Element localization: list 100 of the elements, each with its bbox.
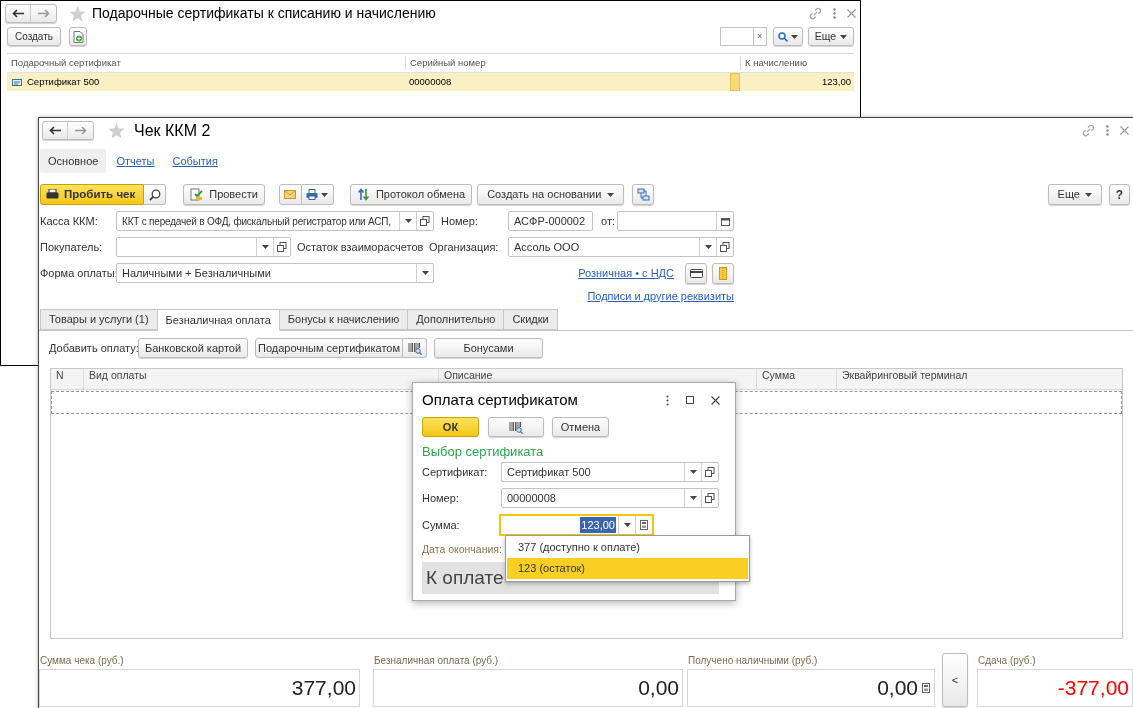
open-icon [420, 216, 430, 226]
dropdown-item[interactable]: 123 (остаток) [507, 558, 748, 579]
total-field: -377,00 [977, 669, 1133, 707]
organization-combo-box[interactable]: Ассоль ООО [508, 237, 734, 257]
create-based-on-button[interactable]: Создать на основании [477, 184, 625, 205]
certificate-combo-box[interactable]: Сертификат 500 [501, 462, 719, 482]
caret-icon [321, 192, 329, 197]
calendar-button[interactable] [716, 212, 733, 230]
transfer-button[interactable]: < [942, 653, 968, 707]
total-field: 0,00 [687, 669, 935, 707]
tab[interactable]: Безналичная оплата [156, 309, 280, 331]
printer-icon [306, 189, 319, 200]
preview-button[interactable] [144, 184, 167, 205]
date-field[interactable] [617, 211, 734, 231]
scan-button[interactable] [488, 417, 544, 437]
up-down-arrows-icon [356, 188, 370, 201]
more-icon[interactable] [1106, 125, 1109, 136]
more-button[interactable]: Еще [807, 27, 854, 46]
maximize-icon[interactable] [686, 396, 694, 404]
document-post-icon [190, 188, 204, 201]
left-arrow-icon [49, 126, 61, 135]
total-label: Безналичная оплата (руб.) [373, 654, 500, 668]
section-link[interactable]: События [164, 149, 226, 173]
field-label: Касса ККМ: [40, 213, 99, 229]
barcode-scanner-icon [509, 420, 523, 434]
caret-icon [704, 245, 712, 249]
structure-button[interactable] [632, 184, 655, 205]
total-label: Получено наличными (руб.) [687, 654, 819, 668]
column-header: Эквайринговый терминал [842, 370, 968, 380]
current-cell[interactable] [730, 73, 740, 91]
field-label: Дата окончания: [422, 542, 501, 558]
caret-icon [623, 523, 631, 527]
email-button[interactable] [278, 184, 302, 205]
envelope-icon [284, 190, 297, 199]
column-header: К начислению [740, 55, 854, 71]
price-type-link[interactable]: Розничная • с НДС [578, 264, 674, 282]
table-cell-text: Сертификат 500 [27, 74, 100, 89]
tab[interactable]: Товары и услуги (1) [40, 309, 158, 330]
open-button[interactable] [701, 489, 718, 507]
open-icon [277, 242, 287, 252]
card-button[interactable] [685, 262, 707, 284]
open-button[interactable] [273, 238, 290, 256]
tab[interactable]: Дополнительно [407, 309, 505, 330]
exchange-log-button[interactable]: Протокол обмена [349, 184, 473, 205]
search-button[interactable] [772, 27, 803, 46]
more-icon[interactable] [666, 394, 669, 406]
more-button[interactable]: Еще [1047, 184, 1102, 205]
ok-button[interactable]: ОК [422, 417, 479, 437]
tab[interactable]: Скидки [503, 309, 558, 330]
column-header: N [56, 370, 64, 380]
copy-button[interactable] [69, 27, 87, 46]
magnifier-icon [148, 188, 161, 201]
field-label: Организация: [429, 239, 500, 255]
field-label: Номер: [422, 490, 460, 506]
close-icon[interactable] [711, 395, 720, 405]
section-link[interactable]: Отчеты [108, 149, 163, 173]
caret-icon [840, 34, 847, 39]
amount-field[interactable]: 123,00 [499, 514, 654, 536]
total-label: Сдача (руб.) [977, 654, 1037, 668]
gift-certificate-button[interactable]: Подарочным сертификатом [255, 338, 403, 358]
column-header: Серийный номер [405, 55, 740, 71]
table-cell-text: 00000008 [408, 74, 453, 89]
number-combo-box[interactable]: 00000008 [501, 488, 719, 508]
bonuses-button[interactable]: Бонусами [434, 338, 543, 358]
star-icon[interactable] [108, 122, 125, 139]
open-button[interactable] [716, 238, 733, 256]
cancel-button[interactable]: Отмена [552, 417, 609, 437]
calculator-icon [640, 520, 648, 530]
tab[interactable]: Бонусы к начислению [278, 309, 409, 330]
window-title: Чек ККМ 2 [134, 120, 211, 141]
table-row[interactable]: Сертификат 500 00000008 123,00 [7, 73, 854, 91]
open-button[interactable] [416, 212, 433, 230]
bank-card-button[interactable]: Банковской картой [138, 338, 248, 358]
calendar-icon [720, 216, 730, 226]
caret-icon [790, 34, 798, 39]
scan-button[interactable] [403, 338, 427, 358]
to-pay-label: К оплате [426, 565, 504, 590]
caret-icon [607, 192, 615, 197]
signatures-link[interactable]: Подписи и другие реквизиты [587, 287, 734, 305]
payment-form-combo-box[interactable]: Наличными + Безналичными [116, 263, 434, 283]
caret-icon [404, 219, 412, 223]
number-field[interactable]: АСФР-000002 [508, 211, 593, 231]
right-arrow-icon [74, 126, 87, 135]
search-field[interactable] [719, 27, 753, 46]
create-button[interactable]: Создать [7, 27, 61, 46]
total-field: 0,00 [373, 669, 683, 707]
section-title: Выбор сертификата [422, 444, 545, 460]
more-icon[interactable] [833, 8, 836, 19]
section-tab[interactable]: Основное [40, 149, 107, 173]
star-icon[interactable] [69, 5, 86, 22]
hierarchy-icon [636, 188, 650, 201]
print-button[interactable] [301, 184, 334, 205]
caret-icon [421, 271, 429, 275]
open-button[interactable] [701, 463, 718, 481]
cash-register-combo-box[interactable]: ККТ с передачей в ОФД, фискальный регистратор или АСП, [116, 211, 434, 231]
post-button[interactable]: Провести [183, 184, 265, 205]
window-title: Подарочные сертификаты к списанию и начислению [92, 4, 436, 23]
punch-receipt-button[interactable]: Пробить чек [40, 184, 145, 205]
help-button[interactable]: ? [1109, 184, 1130, 205]
field-label: Сертификат: [422, 464, 489, 480]
